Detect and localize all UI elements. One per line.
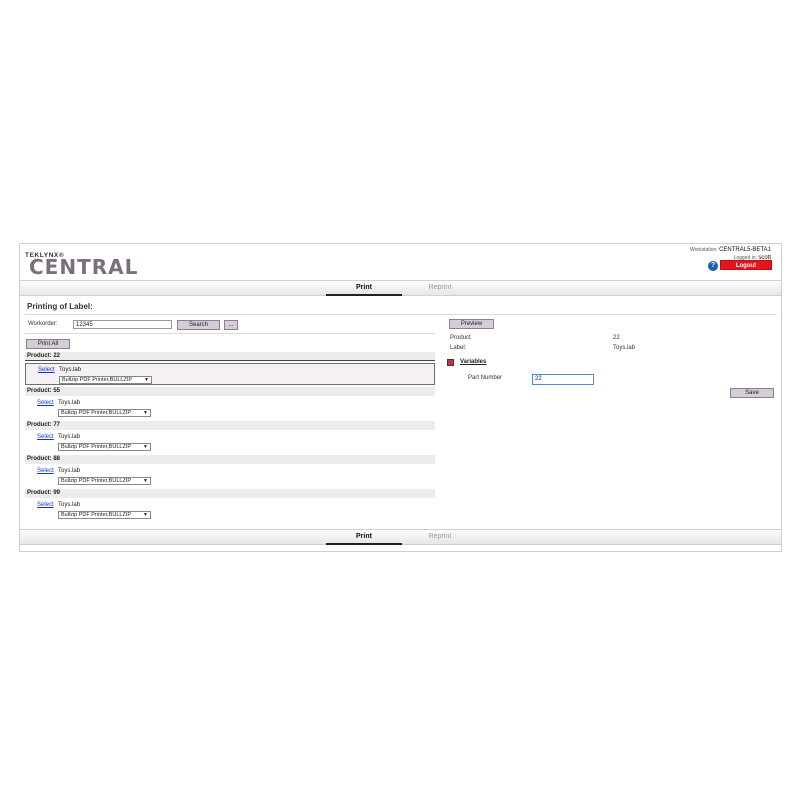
save-button[interactable]: Save (730, 388, 774, 398)
tab-print[interactable]: Print (326, 283, 402, 296)
tab-reprint[interactable]: Reprint (402, 283, 478, 294)
central-logo-text: CENTRAL (29, 255, 139, 279)
help-icon[interactable]: ? (708, 261, 718, 271)
top-tab-bar: Print Reprint (20, 280, 781, 296)
product-header: Product: 77 (25, 421, 435, 430)
select-link[interactable]: Select (37, 468, 54, 474)
product-item: Select Toys.lab Bullzip PDF Printer,BULL… (25, 499, 435, 521)
variables-heading[interactable]: Variables (460, 359, 486, 365)
tab-print[interactable]: Print (326, 532, 402, 545)
print-all-button[interactable]: Print All (26, 339, 70, 349)
printer-select-value: Bullzip PDF Printer,BULLZIP (62, 377, 132, 383)
product-header: Product: 55 (25, 387, 435, 396)
product-label: Product (450, 335, 471, 341)
dropdown-arrow-icon: ▼ (143, 478, 148, 484)
label-value: Toys.lab (613, 345, 636, 351)
search-divider (25, 333, 435, 334)
part-number-label: Part Number (468, 375, 503, 381)
workorder-label: Workorder: (28, 321, 58, 327)
dropdown-arrow-icon: ▼ (143, 410, 148, 416)
product-item: Select Toys.lab Bullzip PDF Printer,BULL… (25, 363, 435, 385)
product-item: Select Toys.lab Bullzip PDF Printer,BULL… (25, 431, 435, 453)
workorder-input[interactable]: 12345 (73, 320, 172, 329)
dropdown-arrow-icon: ▼ (144, 377, 149, 383)
product-item: Select Toys.lab Bullzip PDF Printer,BULL… (25, 397, 435, 419)
browse-button[interactable]: ... (224, 320, 238, 330)
label-file-name: Toys.lab (59, 367, 82, 373)
product-header: Product: 99 (25, 489, 435, 498)
product-value: 22 (613, 335, 620, 341)
title-divider (25, 314, 777, 315)
tab-reprint[interactable]: Reprint (402, 532, 478, 543)
logout-button[interactable]: Logout (720, 260, 772, 270)
printer-select-value: Bullzip PDF Printer,BULLZIP (61, 512, 131, 518)
printer-select[interactable]: Bullzip PDF Printer,BULLZIP ▼ (58, 477, 151, 485)
workstation-row: Workstation: CENTRAL5-BETA1 (690, 246, 771, 254)
printer-select[interactable]: Bullzip PDF Printer,BULLZIP ▼ (59, 376, 152, 384)
label-file-name: Toys.lab (58, 400, 81, 406)
dropdown-arrow-icon: ▼ (143, 444, 148, 450)
search-button[interactable]: Search (177, 320, 220, 330)
label-file-name: Toys.lab (58, 502, 81, 508)
select-link[interactable]: Select (37, 502, 54, 508)
select-link[interactable]: Select (38, 367, 55, 373)
printer-select[interactable]: Bullzip PDF Printer,BULLZIP ▼ (58, 443, 151, 451)
label-label: Label: (450, 345, 467, 351)
app-window: TEKLYNX® CENTRAL Workstation: CENTRAL5-B… (19, 243, 782, 552)
select-link[interactable]: Select (37, 434, 54, 440)
printer-select[interactable]: Bullzip PDF Printer,BULLZIP ▼ (58, 511, 151, 519)
product-item: Select Toys.lab Bullzip PDF Printer,BULL… (25, 465, 435, 487)
bottom-tab-bar: Print Reprint (20, 529, 781, 545)
label-file-name: Toys.lab (58, 468, 81, 474)
workstation-value: CENTRAL5-BETA1 (719, 247, 771, 253)
preview-button[interactable]: Preview (449, 319, 494, 329)
printer-select[interactable]: Bullzip PDF Printer,BULLZIP ▼ (58, 409, 151, 417)
printer-select-value: Bullzip PDF Printer,BULLZIP (61, 410, 131, 416)
select-link[interactable]: Select (37, 400, 54, 406)
product-header: Product: 88 (25, 455, 435, 464)
collapse-variables-icon[interactable] (447, 359, 454, 366)
printer-select-value: Bullzip PDF Printer,BULLZIP (61, 444, 131, 450)
dropdown-arrow-icon: ▼ (143, 512, 148, 518)
page-title: Printing of Label: (27, 302, 93, 311)
label-file-name: Toys.lab (58, 434, 81, 440)
printer-select-value: Bullzip PDF Printer,BULLZIP (61, 478, 131, 484)
part-number-input[interactable]: 22 (532, 374, 594, 385)
product-header: Product: 22 (25, 352, 435, 361)
workstation-label: Workstation: (690, 247, 718, 253)
